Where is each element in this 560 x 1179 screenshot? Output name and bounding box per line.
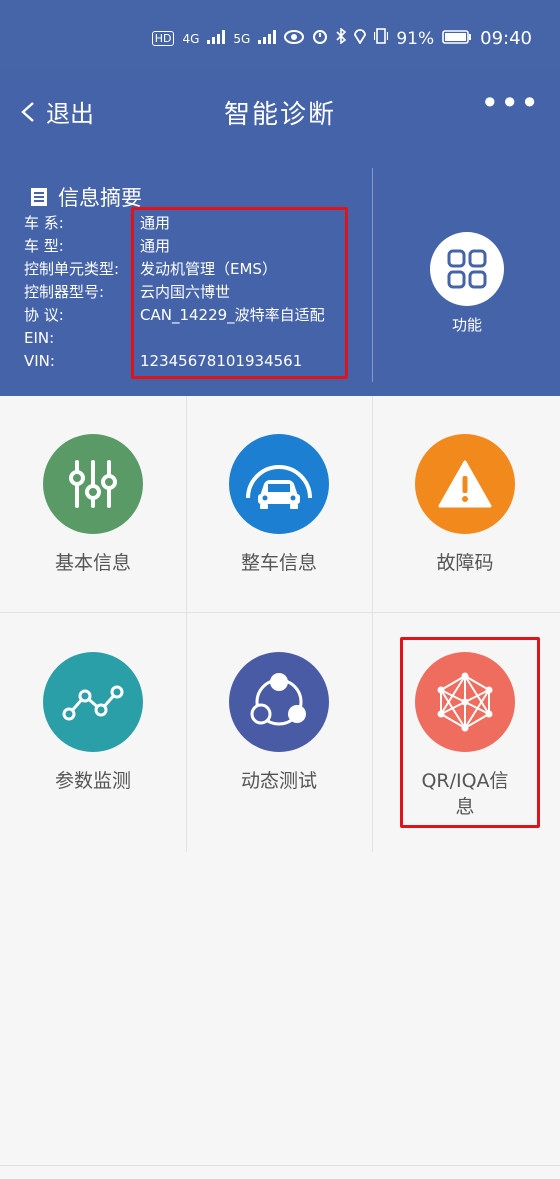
page-title: 智能诊断 bbox=[223, 100, 336, 130]
grid-item-label: 故障码 bbox=[436, 552, 494, 574]
grid-item-vehicle-info[interactable]: 整车信息 bbox=[186, 434, 372, 576]
signal-icon-1: 4G bbox=[182, 31, 200, 46]
summary-title: 信息摘要 bbox=[30, 182, 142, 212]
sliders-icon bbox=[69, 460, 117, 508]
icon-circle bbox=[229, 434, 329, 534]
alarm-icon bbox=[312, 28, 328, 49]
row-label: 车 系: bbox=[24, 214, 64, 232]
cell-bars-icon bbox=[207, 29, 226, 49]
grid-item-label: 参数监测 bbox=[54, 770, 131, 792]
bottom-divider bbox=[0, 1165, 560, 1166]
row-label: EIN: bbox=[24, 329, 55, 347]
grid-item-label: 基本信息 bbox=[54, 552, 131, 574]
eye-icon bbox=[284, 29, 305, 49]
icon-circle bbox=[43, 652, 143, 752]
cell-bars-icon-2 bbox=[258, 29, 277, 49]
location-icon bbox=[354, 28, 367, 49]
row-label: VIN: bbox=[24, 352, 55, 370]
clock: 09:40 bbox=[480, 28, 532, 49]
grid-item-parameter-monitor[interactable]: 参数监测 bbox=[0, 652, 186, 794]
status-icons: HD 4G 5G 91% 09:40 bbox=[151, 27, 532, 49]
document-icon bbox=[31, 188, 47, 206]
app-header: 退出 智能诊断 ••• bbox=[0, 68, 560, 158]
vibrate-icon bbox=[374, 28, 389, 49]
row-label: 车 型: bbox=[24, 237, 64, 255]
icon-circle bbox=[43, 434, 143, 534]
row-label: 控制器型号: bbox=[24, 283, 105, 301]
icon-circle bbox=[415, 434, 515, 534]
divider bbox=[372, 168, 373, 382]
highlight-box-info bbox=[131, 207, 348, 379]
summary-title-text: 信息摘要 bbox=[58, 186, 142, 210]
car-icon bbox=[246, 465, 312, 509]
function-button[interactable]: 功能 bbox=[430, 232, 504, 335]
apps-grid-icon bbox=[447, 249, 487, 289]
grid-item-label: 整车信息 bbox=[240, 552, 317, 574]
status-bar: HD 4G 5G 91% 09:40 bbox=[0, 0, 560, 68]
function-label: 功能 bbox=[451, 316, 482, 334]
grid-item-fault-code[interactable]: 故障码 bbox=[372, 434, 558, 576]
info-summary-panel: 信息摘要 车 系: 通用 车 型: 通用 控制单元类型: 发动机管理（EMS） 控制器… bbox=[0, 158, 560, 396]
row-label: 协 议: bbox=[24, 306, 64, 324]
line-chart-icon bbox=[62, 685, 124, 721]
battery-icon bbox=[442, 29, 472, 49]
highlight-box-qr bbox=[400, 637, 540, 828]
battery-percent: 91% bbox=[396, 28, 435, 49]
grid-item-basic-info[interactable]: 基本信息 bbox=[0, 434, 186, 576]
more-menu-button[interactable]: ••• bbox=[480, 84, 540, 122]
grid-item-label: 动态测试 bbox=[240, 770, 317, 792]
grid-divider bbox=[0, 612, 560, 613]
warning-icon bbox=[438, 460, 492, 508]
bluetooth-icon bbox=[336, 27, 347, 49]
row-label: 控制单元类型: bbox=[24, 260, 120, 278]
hd-icon: HD bbox=[151, 31, 175, 46]
share-nodes-icon bbox=[250, 673, 306, 726]
grid-item-dynamic-test[interactable]: 动态测试 bbox=[186, 652, 372, 794]
signal-icon-2: 5G bbox=[233, 31, 251, 46]
function-circle bbox=[430, 232, 504, 306]
icon-circle bbox=[229, 652, 329, 752]
